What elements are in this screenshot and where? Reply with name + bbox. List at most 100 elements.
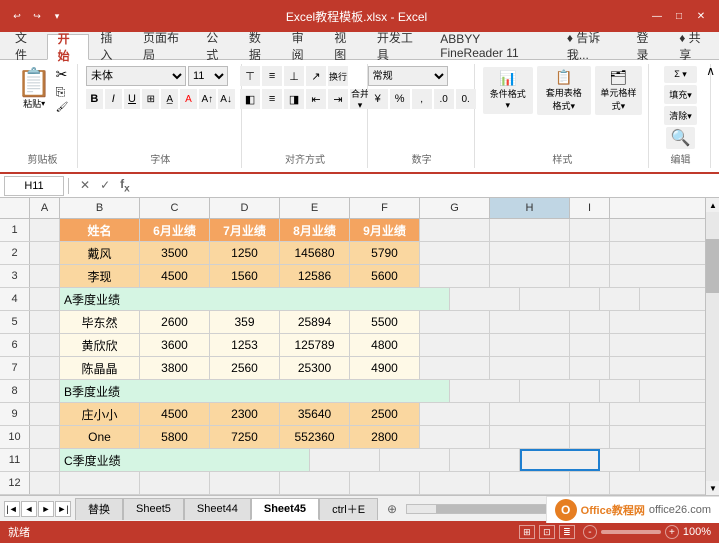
cell-G3[interactable] bbox=[420, 265, 490, 287]
page-break-view-button[interactable]: ≣ bbox=[559, 525, 575, 539]
cell-A3[interactable] bbox=[30, 265, 60, 287]
percent-button[interactable]: % bbox=[390, 89, 410, 109]
cell-C12[interactable] bbox=[140, 472, 210, 494]
fill-color-button[interactable]: A̲ bbox=[161, 89, 178, 109]
cell-F7[interactable]: 4900 bbox=[350, 357, 420, 379]
cell-A7[interactable] bbox=[30, 357, 60, 379]
cell-E7[interactable]: 25300 bbox=[280, 357, 350, 379]
tab-home[interactable]: 开始 bbox=[47, 34, 90, 60]
decrease-font-button[interactable]: A↓ bbox=[218, 89, 235, 109]
top-align-button[interactable]: ⊤ bbox=[240, 66, 260, 86]
tab-formulas[interactable]: 公式 bbox=[195, 33, 238, 59]
scroll-track[interactable] bbox=[706, 212, 719, 481]
cell-H3[interactable] bbox=[490, 265, 570, 287]
cell-G12[interactable] bbox=[420, 472, 490, 494]
cell-A4[interactable] bbox=[30, 288, 60, 310]
cell-G11[interactable] bbox=[450, 449, 520, 471]
sheet-tab-sheet44[interactable]: Sheet44 bbox=[184, 498, 251, 520]
cell-I4[interactable] bbox=[600, 288, 640, 310]
redo-button[interactable]: ↪ bbox=[28, 7, 46, 25]
cell-D7[interactable]: 2560 bbox=[210, 357, 280, 379]
currency-button[interactable]: ¥ bbox=[368, 89, 388, 109]
cell-C10[interactable]: 5800 bbox=[140, 426, 210, 448]
cell-G9[interactable] bbox=[420, 403, 490, 425]
left-align-button[interactable]: ◧ bbox=[240, 89, 260, 109]
cell-F3[interactable]: 5600 bbox=[350, 265, 420, 287]
cell-G7[interactable] bbox=[420, 357, 490, 379]
col-header-D[interactable]: D bbox=[210, 198, 280, 218]
cell-H11[interactable] bbox=[520, 449, 600, 471]
tab-abbyy[interactable]: ABBYY FineReader 11 bbox=[429, 33, 556, 59]
search-button[interactable]: 🔍 bbox=[666, 127, 696, 149]
cell-C9[interactable]: 4500 bbox=[140, 403, 210, 425]
cell-B1[interactable]: 姓名 bbox=[60, 219, 140, 241]
sheet-tab-sheet5[interactable]: Sheet5 bbox=[123, 498, 184, 520]
cell-C3[interactable]: 4500 bbox=[140, 265, 210, 287]
cell-B6[interactable]: 黄欣欣 bbox=[60, 334, 140, 356]
col-header-C[interactable]: C bbox=[140, 198, 210, 218]
cell-A10[interactable] bbox=[30, 426, 60, 448]
ribbon-collapse-button[interactable]: ∧ bbox=[706, 64, 715, 78]
cell-A9[interactable] bbox=[30, 403, 60, 425]
cell-E12[interactable] bbox=[280, 472, 350, 494]
col-header-E[interactable]: E bbox=[280, 198, 350, 218]
cell-I6[interactable] bbox=[570, 334, 610, 356]
font-family-select[interactable]: 未体 bbox=[86, 66, 186, 86]
tab-file[interactable]: 文件 bbox=[4, 33, 47, 59]
cell-H9[interactable] bbox=[490, 403, 570, 425]
center-align-button[interactable]: ≡ bbox=[262, 89, 282, 109]
cell-B2[interactable]: 戴风 bbox=[60, 242, 140, 264]
conditional-format-button[interactable]: 📊 条件格式▾ bbox=[483, 67, 533, 114]
cell-B9[interactable]: 庄小小 bbox=[60, 403, 140, 425]
sheet-tab-replace[interactable]: 替换 bbox=[75, 498, 123, 520]
orientation-button[interactable]: ↗ bbox=[306, 66, 326, 86]
cell-B12[interactable] bbox=[60, 472, 140, 494]
col-header-I[interactable]: I bbox=[570, 198, 610, 218]
cell-A11[interactable] bbox=[30, 449, 60, 471]
cell-G6[interactable] bbox=[420, 334, 490, 356]
decrease-decimal-button[interactable]: 0. bbox=[456, 89, 476, 109]
cell-I1[interactable] bbox=[570, 219, 610, 241]
cell-F10[interactable]: 2800 bbox=[350, 426, 420, 448]
zoom-slider[interactable] bbox=[601, 530, 661, 534]
cell-D5[interactable]: 359 bbox=[210, 311, 280, 333]
number-format-select[interactable]: 常规 bbox=[368, 66, 448, 86]
fill-button[interactable]: 填充▾ bbox=[664, 85, 697, 104]
maximize-button[interactable]: □ bbox=[669, 6, 689, 26]
right-align-button[interactable]: ◨ bbox=[284, 89, 304, 109]
cell-I2[interactable] bbox=[570, 242, 610, 264]
tab-insert[interactable]: 插入 bbox=[89, 33, 132, 59]
table-format-button[interactable]: 📋 套用表格格式▾ bbox=[537, 66, 591, 115]
cell-G1[interactable] bbox=[420, 219, 490, 241]
cell-E11[interactable] bbox=[310, 449, 380, 471]
cell-D9[interactable]: 2300 bbox=[210, 403, 280, 425]
cell-A8[interactable] bbox=[30, 380, 60, 402]
cell-A2[interactable] bbox=[30, 242, 60, 264]
underline-button[interactable]: U bbox=[124, 89, 141, 109]
tab-nav-next[interactable]: ► bbox=[38, 501, 54, 517]
cell-E5[interactable]: 25894 bbox=[280, 311, 350, 333]
cell-D12[interactable] bbox=[210, 472, 280, 494]
cell-F2[interactable]: 5790 bbox=[350, 242, 420, 264]
cell-H1[interactable] bbox=[490, 219, 570, 241]
middle-align-button[interactable]: ≡ bbox=[262, 66, 282, 86]
cell-F1[interactable]: 9月业绩 bbox=[350, 219, 420, 241]
cell-D2[interactable]: 1250 bbox=[210, 242, 280, 264]
tab-tell-me[interactable]: ♦ 告诉我... bbox=[556, 33, 626, 59]
increase-decimal-button[interactable]: .0 bbox=[434, 89, 454, 109]
bold-button[interactable]: B bbox=[86, 89, 103, 109]
quick-access-more[interactable]: ▾ bbox=[48, 7, 66, 25]
zoom-in-button[interactable]: + bbox=[665, 525, 679, 539]
cell-A5[interactable] bbox=[30, 311, 60, 333]
minimize-button[interactable]: — bbox=[647, 6, 667, 26]
tab-review[interactable]: 审阅 bbox=[281, 33, 324, 59]
cell-E2[interactable]: 145680 bbox=[280, 242, 350, 264]
cell-A6[interactable] bbox=[30, 334, 60, 356]
cell-H6[interactable] bbox=[490, 334, 570, 356]
wrap-text-button[interactable]: 换行 bbox=[328, 66, 348, 86]
cell-I12[interactable] bbox=[570, 472, 610, 494]
tab-page-layout[interactable]: 页面布局 bbox=[132, 33, 195, 59]
cut-button[interactable]: ✂ bbox=[56, 66, 69, 83]
cell-F12[interactable] bbox=[350, 472, 420, 494]
cell-H2[interactable] bbox=[490, 242, 570, 264]
